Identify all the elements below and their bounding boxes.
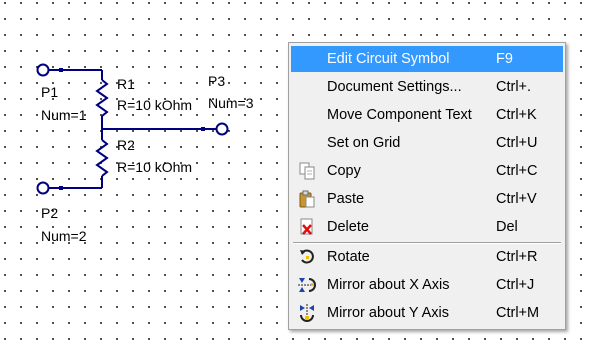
menu-item-label: Mirror about X Axis xyxy=(327,277,450,293)
context-menu: Edit Circuit Symbol F9 Document Settings… xyxy=(288,42,566,330)
menu-item-copy[interactable]: Copy Ctrl+C xyxy=(291,158,563,184)
menu-item-label: Delete xyxy=(327,219,369,235)
menu-item-shortcut: Ctrl+. xyxy=(496,79,532,95)
rotate-icon xyxy=(300,249,314,264)
mirror-x-icon xyxy=(298,278,316,292)
r1-value-label: R=10 kOhm xyxy=(117,97,192,113)
menu-item-label: Copy xyxy=(327,163,361,179)
menu-item-rotate[interactable]: Rotate Ctrl+R xyxy=(291,244,563,270)
menu-item-shortcut: Del xyxy=(496,219,518,235)
menu-item-shortcut: Ctrl+M xyxy=(496,305,540,321)
menu-item-shortcut: Ctrl+K xyxy=(496,107,537,123)
port-p3-terminal[interactable] xyxy=(215,122,229,136)
menu-item-edit-circuit-symbol[interactable]: Edit Circuit Symbol F9 xyxy=(291,46,563,72)
menu-item-label: Paste xyxy=(327,191,365,207)
p1-ref-label: P1 xyxy=(41,84,58,100)
menu-item-shortcut: Ctrl+U xyxy=(496,135,538,151)
p2-num-label: Num=2 xyxy=(41,228,87,244)
menu-item-shortcut: Ctrl+C xyxy=(496,163,538,179)
menu-item-label: Rotate xyxy=(327,249,370,265)
copy-icon xyxy=(299,162,315,180)
port-p1-terminal[interactable] xyxy=(36,63,50,77)
menu-item-paste[interactable]: Paste Ctrl+V xyxy=(291,186,563,212)
p2-ref-label: P2 xyxy=(41,205,58,221)
p3-num-label: Num=3 xyxy=(208,95,254,111)
paste-icon xyxy=(299,190,315,208)
r1-ref-label: R1 xyxy=(117,76,135,92)
p3-ref-label: P3 xyxy=(208,73,225,89)
delete-icon xyxy=(300,218,313,235)
menu-item-label: Mirror about Y Axis xyxy=(327,305,449,321)
menu-item-label: Move Component Text xyxy=(327,107,472,123)
menu-item-shortcut: Ctrl+R xyxy=(496,249,538,265)
menu-item-shortcut: Ctrl+J xyxy=(496,277,535,293)
menu-item-document-settings[interactable]: Document Settings... Ctrl+. xyxy=(291,74,563,100)
menu-item-delete[interactable]: Delete Del xyxy=(291,214,563,240)
menu-item-move-component-text[interactable]: Move Component Text Ctrl+K xyxy=(291,102,563,128)
r2-ref-label: R2 xyxy=(117,137,135,153)
menu-item-mirror-y-axis[interactable]: Mirror about Y Axis Ctrl+M xyxy=(291,300,563,326)
port-p2-terminal[interactable] xyxy=(36,181,50,195)
menu-item-shortcut: F9 xyxy=(496,51,513,67)
menu-item-label: Document Settings... xyxy=(327,79,462,95)
menu-item-shortcut: Ctrl+V xyxy=(496,191,537,207)
p1-num-label: Num=1 xyxy=(41,107,87,123)
menu-item-set-on-grid[interactable]: Set on Grid Ctrl+U xyxy=(291,130,563,156)
menu-item-mirror-x-axis[interactable]: Mirror about X Axis Ctrl+J xyxy=(291,272,563,298)
r2-value-label: R=10 kOhm xyxy=(117,159,192,175)
mirror-y-icon xyxy=(300,304,314,322)
menu-item-label: Set on Grid xyxy=(327,135,401,151)
menu-item-label: Edit Circuit Symbol xyxy=(327,51,450,67)
